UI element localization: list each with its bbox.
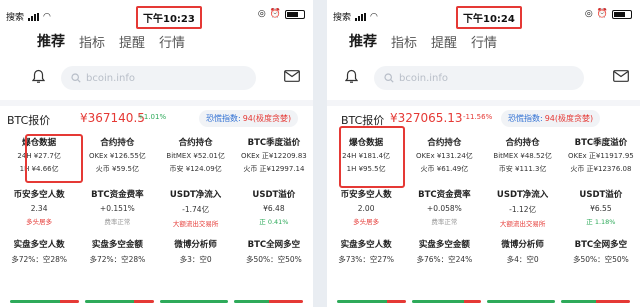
open-interest-card[interactable]: 合约持仓 OKEx ¥131.24亿 火币 ¥61.49亿	[405, 134, 483, 186]
weibo-analyst-card[interactable]: 微博分析师 多3：空0	[157, 236, 235, 286]
liquidation-card[interactable]: 爆仓数据 24H ¥181.4亿 1H ¥95.5亿	[327, 134, 405, 186]
search-row: bcoin.info	[327, 62, 640, 92]
quarterly-premium-card[interactable]: BTC季度溢价 OKEx 正¥11917.95 火币 正¥12376.08	[562, 134, 640, 186]
tab-indicators[interactable]: 指标	[391, 32, 417, 51]
open-interest-card[interactable]: 合约持仓 OKEx ¥126.55亿 火币 ¥59.5亿	[78, 134, 156, 186]
usdt-inflow-card[interactable]: USDT净流入 -1.12亿 大额流出交易所	[484, 186, 562, 236]
longshort-bar	[561, 300, 630, 303]
divider	[327, 100, 640, 106]
back-to-search-label[interactable]: 搜索	[333, 10, 351, 23]
longshort-bar	[411, 300, 481, 303]
alarm-icon: ⏰	[269, 9, 281, 19]
btc-price-label: BTC报价	[341, 114, 385, 127]
binance-longshort-card[interactable]: 币安多空人数 2.00 多头居多	[327, 186, 405, 236]
lock-icon: ◎	[257, 9, 266, 19]
fear-index-label: 恐慌指数:	[206, 114, 241, 123]
longshort-bar	[159, 300, 229, 303]
usdt-premium-card[interactable]: USDT溢价 ¥6.55 正 1.18%	[562, 186, 640, 236]
search-icon	[384, 73, 394, 83]
fear-index-label: 恐慌指数:	[508, 114, 543, 123]
btc-price-row: BTC报价 ¥367140.5 +1.01% 恐慌指数: 94(极度贪婪)	[0, 110, 313, 128]
network-longshort-card[interactable]: BTC全网多空 多50%：空50%	[562, 236, 640, 286]
btc-price-value: ¥327065.13	[390, 111, 463, 125]
alarm-icon: ⏰	[596, 9, 608, 19]
open-interest-card[interactable]: 合约持仓 BitMEX ¥48.52亿 币安 ¥111.3亿	[484, 134, 562, 186]
status-bar: 搜索 ◠ 下午10:24 ◎ ⏰	[327, 0, 640, 30]
longshort-bar	[10, 300, 79, 303]
search-placeholder: bcoin.info	[399, 72, 449, 84]
longshort-bar	[234, 300, 303, 303]
search-input[interactable]: bcoin.info	[61, 66, 256, 90]
longshort-bar	[84, 300, 154, 303]
funding-rate-card[interactable]: BTC资金费率 +0.058% 费率正常	[405, 186, 483, 236]
fear-index-value: 94(极度贪婪)	[242, 114, 292, 123]
longshort-bar	[337, 300, 406, 303]
trader-amount-card[interactable]: 实盘多空金额 多76%：空24%	[405, 236, 483, 286]
binance-longshort-card[interactable]: 币安多空人数 2.34 多头居多	[0, 186, 78, 236]
trader-amount-card[interactable]: 实盘多空金额 多72%：空28%	[78, 236, 156, 286]
stats-grid: 爆仓数据 24H ¥181.4亿 1H ¥95.5亿 合约持仓 OKEx ¥13…	[327, 134, 640, 286]
wifi-icon: ◠	[370, 11, 378, 22]
stats-grid: 爆仓数据 24H ¥27.7亿 1H ¥4.66亿 合约持仓 OKEx ¥126…	[0, 134, 313, 286]
tab-alerts[interactable]: 提醒	[119, 32, 145, 51]
network-longshort-card[interactable]: BTC全网多空 多50%：空50%	[235, 236, 313, 286]
mail-icon[interactable]	[284, 70, 300, 82]
battery-icon	[285, 9, 305, 19]
fear-index-badge[interactable]: 恐慌指数: 94(极度贪婪)	[501, 110, 601, 127]
tab-recommend[interactable]: 推荐	[37, 31, 65, 51]
quarterly-premium-card[interactable]: BTC季度溢价 OKEx 正¥12209.83 火币 正¥12997.14	[235, 134, 313, 186]
back-to-search-label[interactable]: 搜索	[6, 10, 24, 23]
wifi-icon: ◠	[43, 11, 51, 22]
longshort-bars	[327, 300, 640, 305]
lock-icon: ◎	[584, 9, 593, 19]
weibo-analyst-card[interactable]: 微博分析师 多4：空0	[484, 236, 562, 286]
mail-icon[interactable]	[613, 70, 629, 82]
trader-count-card[interactable]: 实盘多空人数 多72%：空28%	[0, 236, 78, 286]
search-icon	[71, 73, 81, 83]
signal-icon	[28, 12, 40, 21]
funding-rate-card[interactable]: BTC资金费率 +0.151% 费率正常	[78, 186, 156, 236]
usdt-premium-card[interactable]: USDT溢价 ¥6.48 正 0.41%	[235, 186, 313, 236]
tab-market[interactable]: 行情	[159, 32, 185, 51]
fear-index-badge[interactable]: 恐慌指数: 94(极度贪婪)	[199, 110, 299, 127]
signal-icon	[355, 12, 367, 21]
btc-price-label: BTC报价	[7, 114, 51, 127]
tab-alerts[interactable]: 提醒	[431, 32, 457, 51]
btc-price-row: BTC报价 ¥327065.13 -11.56% 恐慌指数: 94(极度贪婪)	[327, 110, 640, 128]
top-tabs: 推荐 指标 提醒 行情	[0, 30, 313, 52]
search-input[interactable]: bcoin.info	[374, 66, 584, 90]
bell-icon[interactable]	[32, 69, 45, 84]
usdt-inflow-card[interactable]: USDT净流入 -1.74亿 大额流出交易所	[157, 186, 235, 236]
liquidation-card[interactable]: 爆仓数据 24H ¥27.7亿 1H ¥4.66亿	[0, 134, 78, 186]
phone-screen-left: 搜索 ◠ 下午10:23 ◎ ⏰ 推荐 指标 提醒 行情 bcoin.info …	[0, 0, 313, 307]
battery-icon	[612, 9, 632, 19]
status-bar: 搜索 ◠ 下午10:23 ◎ ⏰	[0, 0, 313, 30]
tab-market[interactable]: 行情	[471, 32, 497, 51]
longshort-bars	[0, 300, 313, 305]
status-time: 下午10:23	[136, 6, 202, 29]
search-row: bcoin.info	[0, 62, 313, 92]
tab-recommend[interactable]: 推荐	[349, 31, 377, 51]
btc-price-change: +1.01%	[138, 113, 167, 121]
status-time: 下午10:24	[456, 6, 522, 29]
trader-count-card[interactable]: 实盘多空人数 多73%：空27%	[327, 236, 405, 286]
bell-icon[interactable]	[345, 69, 358, 84]
btc-price-value: ¥367140.5	[80, 111, 145, 125]
open-interest-card[interactable]: 合约持仓 BitMEX ¥52.01亿 币安 ¥124.09亿	[157, 134, 235, 186]
divider	[0, 100, 313, 106]
longshort-bar	[486, 300, 556, 303]
btc-price-change: -11.56%	[463, 113, 493, 121]
tab-indicators[interactable]: 指标	[79, 32, 105, 51]
phone-screen-right: 搜索 ◠ 下午10:24 ◎ ⏰ 推荐 指标 提醒 行情 bcoin.info …	[327, 0, 640, 307]
search-placeholder: bcoin.info	[86, 72, 136, 84]
top-tabs: 推荐 指标 提醒 行情	[327, 30, 640, 52]
fear-index-value: 94(极度贪婪)	[544, 114, 594, 123]
